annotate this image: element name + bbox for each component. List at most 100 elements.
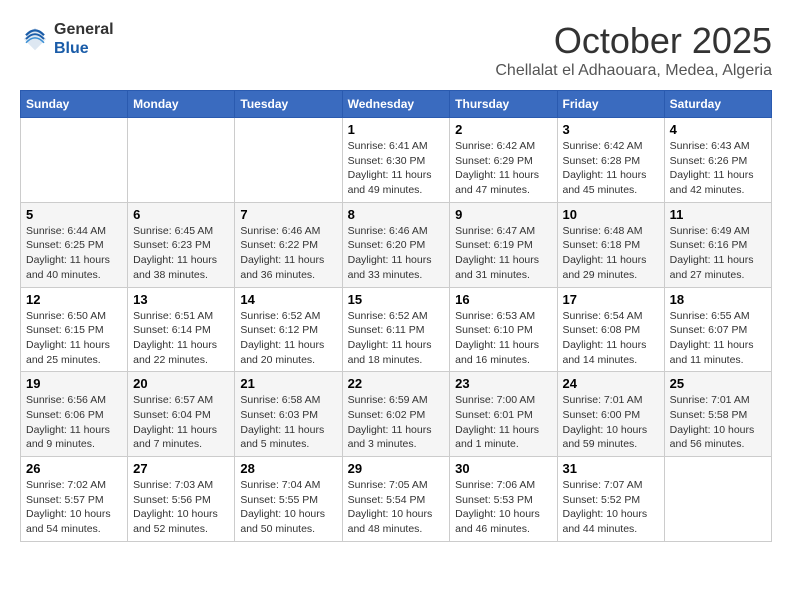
title-block: October 2025 Chellalat el Adhaouara, Med… (495, 20, 772, 80)
day-number: 11 (670, 207, 766, 222)
calendar-cell: 29 Sunrise: 7:05 AMSunset: 5:54 PMDayligh… (342, 457, 450, 542)
day-info: Sunrise: 7:01 AMSunset: 5:58 PMDaylight:… (670, 393, 766, 452)
calendar-cell: 19 Sunrise: 6:56 AMSunset: 6:06 PMDayligh… (21, 372, 128, 457)
day-info: Sunrise: 6:52 AMSunset: 6:11 PMDaylight:… (348, 309, 445, 368)
day-number: 22 (348, 376, 445, 391)
day-number: 28 (240, 461, 336, 476)
calendar-cell: 13 Sunrise: 6:51 AMSunset: 6:14 PMDayligh… (128, 287, 235, 372)
calendar-cell: 27 Sunrise: 7:03 AMSunset: 5:56 PMDayligh… (128, 457, 235, 542)
calendar-cell: 26 Sunrise: 7:02 AMSunset: 5:57 PMDayligh… (21, 457, 128, 542)
day-info: Sunrise: 6:54 AMSunset: 6:08 PMDaylight:… (563, 309, 659, 368)
day-info: Sunrise: 6:53 AMSunset: 6:10 PMDaylight:… (455, 309, 551, 368)
day-info: Sunrise: 7:06 AMSunset: 5:53 PMDaylight:… (455, 478, 551, 537)
calendar-week-1: 1 Sunrise: 6:41 AMSunset: 6:30 PMDaylight… (21, 118, 772, 203)
calendar-cell: 9 Sunrise: 6:47 AMSunset: 6:19 PMDaylight… (450, 202, 557, 287)
day-number: 13 (133, 292, 229, 307)
day-info: Sunrise: 6:59 AMSunset: 6:02 PMDaylight:… (348, 393, 445, 452)
calendar-cell: 30 Sunrise: 7:06 AMSunset: 5:53 PMDayligh… (450, 457, 557, 542)
weekday-header-thursday: Thursday (450, 91, 557, 118)
calendar-cell: 2 Sunrise: 6:42 AMSunset: 6:29 PMDaylight… (450, 118, 557, 203)
day-number: 30 (455, 461, 551, 476)
day-number: 23 (455, 376, 551, 391)
day-info: Sunrise: 7:05 AMSunset: 5:54 PMDaylight:… (348, 478, 445, 537)
day-number: 21 (240, 376, 336, 391)
weekday-header-sunday: Sunday (21, 91, 128, 118)
day-number: 31 (563, 461, 659, 476)
day-number: 2 (455, 122, 551, 137)
calendar-cell: 10 Sunrise: 6:48 AMSunset: 6:18 PMDayligh… (557, 202, 664, 287)
calendar-cell: 4 Sunrise: 6:43 AMSunset: 6:26 PMDaylight… (664, 118, 771, 203)
day-number: 12 (26, 292, 122, 307)
day-number: 8 (348, 207, 445, 222)
calendar-cell: 28 Sunrise: 7:04 AMSunset: 5:55 PMDayligh… (235, 457, 342, 542)
logo-text-blue: Blue (54, 39, 114, 58)
weekday-header-friday: Friday (557, 91, 664, 118)
weekday-header-saturday: Saturday (664, 91, 771, 118)
day-info: Sunrise: 6:47 AMSunset: 6:19 PMDaylight:… (455, 224, 551, 283)
logo-text-general: General (54, 20, 114, 39)
day-info: Sunrise: 6:51 AMSunset: 6:14 PMDaylight:… (133, 309, 229, 368)
day-number: 27 (133, 461, 229, 476)
calendar-cell: 12Sunrise: 6:50 AMSunset: 6:15 PMDayligh… (21, 287, 128, 372)
day-number: 19 (26, 376, 122, 391)
day-number: 29 (348, 461, 445, 476)
calendar-cell: 6Sunrise: 6:45 AMSunset: 6:23 PMDaylight… (128, 202, 235, 287)
calendar-cell: 11Sunrise: 6:49 AMSunset: 6:16 PMDayligh… (664, 202, 771, 287)
calendar-cell: 17 Sunrise: 6:54 AMSunset: 6:08 PMDayligh… (557, 287, 664, 372)
calendar-cell: 16 Sunrise: 6:53 AMSunset: 6:10 PMDayligh… (450, 287, 557, 372)
day-number: 26 (26, 461, 122, 476)
day-info: Sunrise: 6:46 AMSunset: 6:22 PMDaylight:… (240, 224, 336, 283)
weekday-header-wednesday: Wednesday (342, 91, 450, 118)
day-number: 9 (455, 207, 551, 222)
day-info: Sunrise: 6:46 AMSunset: 6:20 PMDaylight:… (348, 224, 445, 283)
calendar-cell (235, 118, 342, 203)
day-info: Sunrise: 7:00 AMSunset: 6:01 PMDaylight:… (455, 393, 551, 452)
calendar-cell: 14 Sunrise: 6:52 AMSunset: 6:12 PMDayligh… (235, 287, 342, 372)
calendar-cell: 8 Sunrise: 6:46 AMSunset: 6:20 PMDaylight… (342, 202, 450, 287)
day-number: 3 (563, 122, 659, 137)
day-number: 5 (26, 207, 122, 222)
calendar-cell: 18Sunrise: 6:55 AMSunset: 6:07 PMDayligh… (664, 287, 771, 372)
day-number: 20 (133, 376, 229, 391)
day-info: Sunrise: 6:56 AMSunset: 6:06 PMDaylight:… (26, 393, 122, 452)
day-number: 14 (240, 292, 336, 307)
day-info: Sunrise: 6:45 AMSunset: 6:23 PMDaylight:… (133, 224, 229, 283)
day-info: Sunrise: 7:03 AMSunset: 5:56 PMDaylight:… (133, 478, 229, 537)
day-info: Sunrise: 6:41 AMSunset: 6:30 PMDaylight:… (348, 139, 445, 198)
calendar-week-4: 19 Sunrise: 6:56 AMSunset: 6:06 PMDayligh… (21, 372, 772, 457)
day-info: Sunrise: 6:57 AMSunset: 6:04 PMDaylight:… (133, 393, 229, 452)
calendar-cell (21, 118, 128, 203)
day-info: Sunrise: 6:42 AMSunset: 6:29 PMDaylight:… (455, 139, 551, 198)
day-number: 17 (563, 292, 659, 307)
day-info: Sunrise: 6:48 AMSunset: 6:18 PMDaylight:… (563, 224, 659, 283)
day-info: Sunrise: 6:52 AMSunset: 6:12 PMDaylight:… (240, 309, 336, 368)
calendar-cell: 25Sunrise: 7:01 AMSunset: 5:58 PMDayligh… (664, 372, 771, 457)
calendar-cell: 3 Sunrise: 6:42 AMSunset: 6:28 PMDaylight… (557, 118, 664, 203)
weekday-header-monday: Monday (128, 91, 235, 118)
day-info: Sunrise: 6:43 AMSunset: 6:26 PMDaylight:… (670, 139, 766, 198)
calendar-cell: 23 Sunrise: 7:00 AMSunset: 6:01 PMDayligh… (450, 372, 557, 457)
location-subtitle: Chellalat el Adhaouara, Medea, Algeria (495, 62, 772, 80)
day-info: Sunrise: 7:04 AMSunset: 5:55 PMDaylight:… (240, 478, 336, 537)
day-number: 4 (670, 122, 766, 137)
calendar-cell: 15 Sunrise: 6:52 AMSunset: 6:11 PMDayligh… (342, 287, 450, 372)
calendar-cell: 5Sunrise: 6:44 AMSunset: 6:25 PMDaylight… (21, 202, 128, 287)
calendar-week-5: 26 Sunrise: 7:02 AMSunset: 5:57 PMDayligh… (21, 457, 772, 542)
day-number: 10 (563, 207, 659, 222)
day-info: Sunrise: 7:07 AMSunset: 5:52 PMDaylight:… (563, 478, 659, 537)
calendar-cell (664, 457, 771, 542)
calendar-cell (128, 118, 235, 203)
day-number: 1 (348, 122, 445, 137)
day-number: 24 (563, 376, 659, 391)
weekday-header-tuesday: Tuesday (235, 91, 342, 118)
calendar-cell: 31 Sunrise: 7:07 AMSunset: 5:52 PMDayligh… (557, 457, 664, 542)
logo: General Blue (20, 20, 114, 58)
calendar-cell: 21Sunrise: 6:58 AMSunset: 6:03 PMDayligh… (235, 372, 342, 457)
day-number: 15 (348, 292, 445, 307)
day-number: 16 (455, 292, 551, 307)
calendar-cell: 24Sunrise: 7:01 AMSunset: 6:00 PMDayligh… (557, 372, 664, 457)
calendar-table: SundayMondayTuesdayWednesdayThursdayFrid… (20, 90, 772, 542)
day-info: Sunrise: 7:02 AMSunset: 5:57 PMDaylight:… (26, 478, 122, 537)
day-info: Sunrise: 6:42 AMSunset: 6:28 PMDaylight:… (563, 139, 659, 198)
month-title: October 2025 (495, 20, 772, 62)
